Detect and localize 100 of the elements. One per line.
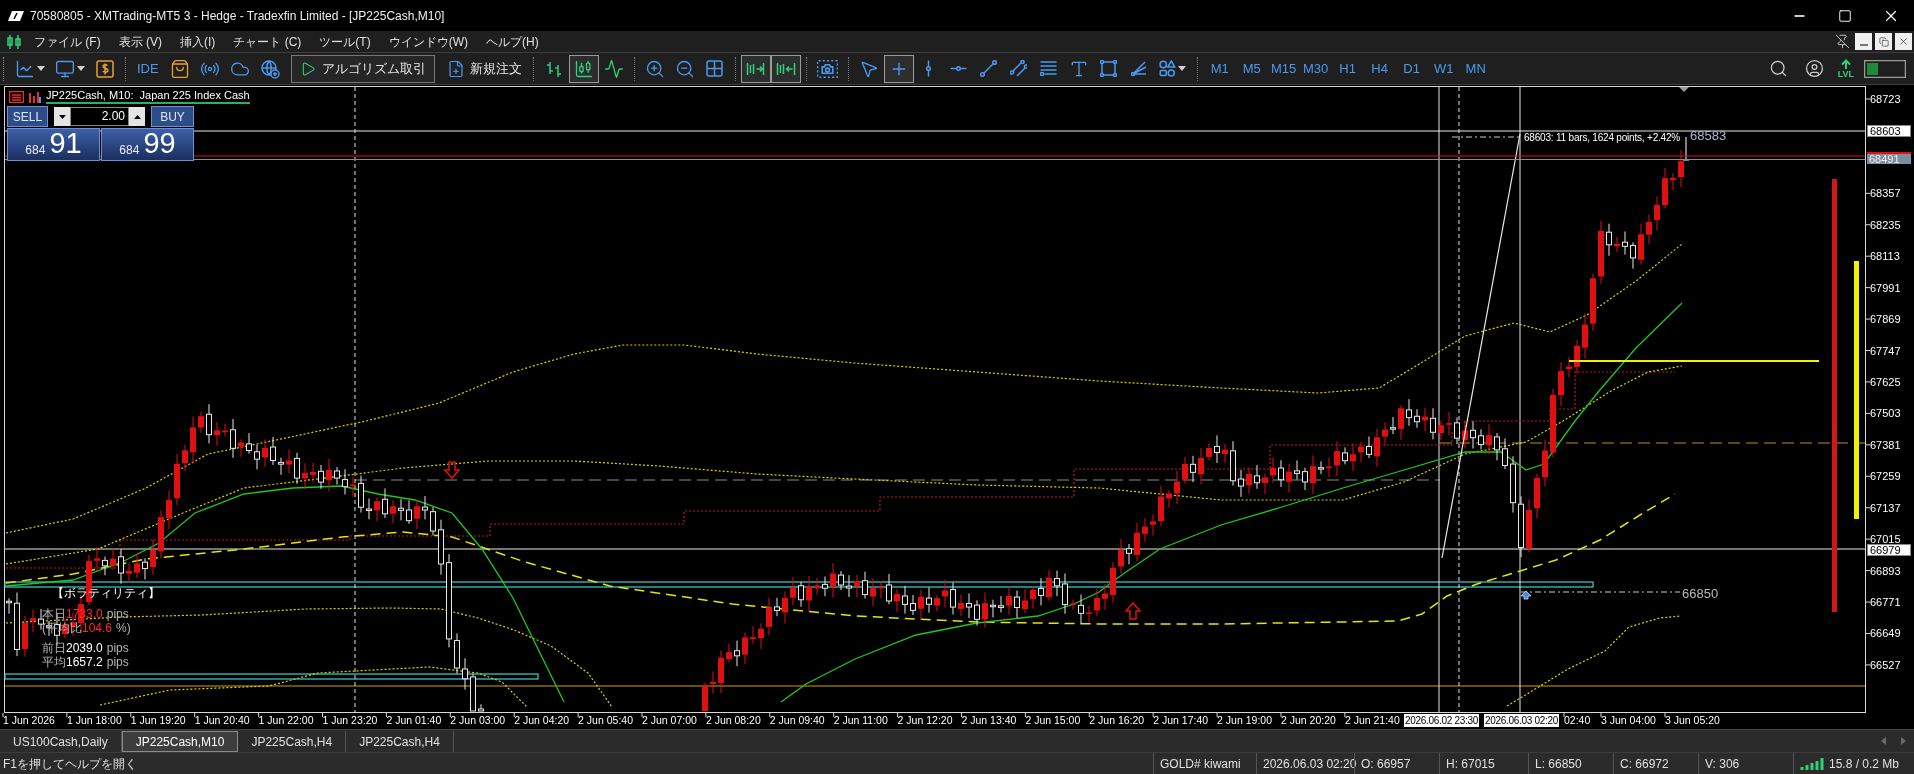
time-tick-label: 2 Jun 13:40 <box>961 714 1017 727</box>
price-tick-label: 67015 <box>1870 534 1901 545</box>
stat-label: 平均 <box>42 655 66 669</box>
stat-value: 1657.2 <box>66 655 103 669</box>
chart-shift-marker-icon <box>1679 87 1689 92</box>
time-tick-label: 2 Jun 09:40 <box>769 714 825 727</box>
price-tick-label: 67625 <box>1870 376 1901 387</box>
new-order-button[interactable]: 新規注文 <box>440 54 528 83</box>
time-tick-label: 2 Jun 16:20 <box>1089 714 1145 727</box>
level-lines-icon <box>1040 61 1058 76</box>
menu-item[interactable]: 表示 (V) <box>109 32 171 51</box>
camera-icon <box>816 59 838 78</box>
time-tick-label: 1 Jun 2026 <box>3 714 55 727</box>
caret-down-icon <box>58 114 66 119</box>
signal-bars-icon <box>1800 757 1824 770</box>
timeframe-button[interactable]: M30 <box>1299 55 1332 82</box>
stat-unit: pips <box>106 607 129 621</box>
buy-button[interactable]: BUY <box>151 106 194 127</box>
measure-label: 68603: 11 bars, 1624 points, +2.42% <box>1524 132 1680 144</box>
caret-icon <box>37 66 45 71</box>
scroll-right-button[interactable] <box>1898 735 1908 747</box>
candlestick-chart-button[interactable] <box>568 54 599 83</box>
increase-volume-button[interactable] <box>129 107 145 126</box>
volume-field[interactable]: 2.00 <box>70 107 129 126</box>
stat-unit: pips <box>106 641 129 655</box>
rectangle-icon <box>1100 60 1118 77</box>
zoom-in-icon <box>644 58 665 79</box>
bid-price-label: 68491 <box>1867 152 1911 164</box>
price-cursor-line <box>1682 136 1690 161</box>
status-field: V: 306 <box>1705 754 1740 773</box>
ide-button[interactable]: IDE <box>131 54 165 83</box>
child-minimize-button[interactable] <box>1855 33 1872 50</box>
status-field: H: 67015 <box>1446 754 1495 773</box>
price-tick-label: 67381 <box>1870 439 1901 450</box>
menu-item[interactable]: ヘルプ(H) <box>477 32 548 51</box>
timeframe-button[interactable]: MN <box>1459 55 1492 82</box>
menu-item[interactable]: ツール(T) <box>310 32 380 51</box>
time-tick-label: 2 Jun 05:40 <box>578 714 633 727</box>
child-restore-button[interactable] <box>1875 33 1892 50</box>
line-price-label: 68603 <box>1867 125 1911 137</box>
trend-line-icon <box>980 60 998 77</box>
channel-icon <box>1010 60 1028 77</box>
timeframe-button[interactable]: M1 <box>1203 55 1236 82</box>
bars-arrow-icon <box>775 61 796 76</box>
time-tick-label: 3 Jun 05:20 <box>1665 714 1720 727</box>
timeframe-button[interactable]: D1 <box>1395 55 1428 82</box>
time-cursor-label: 2026.06.03 02:20 <box>1484 714 1560 727</box>
time-tick-label: 1 Jun 22:00 <box>258 714 314 727</box>
buy-price-button[interactable]: 684 99 <box>101 128 194 161</box>
menu-item[interactable]: ウインドウ(W) <box>379 32 477 51</box>
timeframe-button[interactable]: W1 <box>1427 55 1460 82</box>
horizontal-line-icon <box>950 66 968 71</box>
bars-arrow-icon <box>746 61 766 76</box>
time-tick-label: 2 Jun 04:20 <box>514 714 570 727</box>
timeframe-button[interactable]: M5 <box>1235 55 1268 82</box>
caret-left-icon <box>1880 737 1886 745</box>
chart-shift-button[interactable] <box>770 54 801 83</box>
pin-off-icon <box>1834 34 1850 49</box>
caret-icon <box>77 66 85 71</box>
decrease-volume-button[interactable] <box>54 107 70 126</box>
vertical-line-icon <box>926 60 932 77</box>
sell-price-button[interactable]: 684 91 <box>7 128 100 161</box>
stat-value: 104.6 <box>82 621 113 635</box>
price-tick-label: 68235 <box>1870 219 1901 230</box>
crosshair-price-label: 68583 <box>1690 128 1727 143</box>
caret-up-icon <box>133 114 141 119</box>
timeframe-button[interactable]: H1 <box>1331 55 1364 82</box>
close-icon <box>1898 36 1909 47</box>
buy-arrow-icon <box>1520 590 1532 600</box>
time-tick-label: 2 Jun 03:00 <box>450 714 506 727</box>
status-field: 2026.06.03 02:20 <box>1263 754 1357 773</box>
time-tick-label: 2 Jun 01:40 <box>386 714 442 727</box>
menu-item[interactable]: チャート (C) <box>224 32 311 51</box>
auto-scroll-button[interactable] <box>740 54 771 83</box>
grid-icon <box>706 60 724 77</box>
algo-trading-button[interactable]: アルゴリズム取引 <box>290 54 435 83</box>
time-tick-label: 1 Jun 23:20 <box>322 714 378 727</box>
price-tick-label: 68113 <box>1870 251 1900 262</box>
crosshair-button[interactable] <box>883 54 914 83</box>
chart-tab[interactable]: JP225Cash,M10 <box>121 731 239 752</box>
stat-label: 本日 <box>42 607 66 621</box>
price-tick-label: 66771 <box>1870 597 1901 608</box>
app-logo-icon <box>8 10 24 21</box>
line-chart-icon <box>15 58 35 79</box>
time-tick-label: 02:40 <box>1564 714 1591 727</box>
menu-item[interactable]: 挿入(I) <box>171 32 225 51</box>
lvl-button[interactable]: LVL <box>1837 58 1854 79</box>
time-tick-label: 2 Jun 07:00 <box>642 714 697 727</box>
status-field: O: 66957 <box>1361 754 1411 773</box>
sell-button[interactable]: SELL <box>7 106 48 127</box>
pin-button[interactable] <box>1834 33 1850 50</box>
menu-item[interactable]: ファイル (F) <box>25 32 110 51</box>
stat-unit: pips <box>106 655 129 669</box>
timeframe-button[interactable]: M15 <box>1267 55 1300 82</box>
price-tick-label: 67259 <box>1870 471 1901 482</box>
time-tick-label: 1 Jun 19:20 <box>130 714 186 727</box>
child-close-button[interactable] <box>1895 33 1912 50</box>
timeframe-button[interactable]: H4 <box>1363 55 1396 82</box>
minimize-icon <box>1859 44 1868 46</box>
price-tick-label: 67137 <box>1870 502 1901 513</box>
